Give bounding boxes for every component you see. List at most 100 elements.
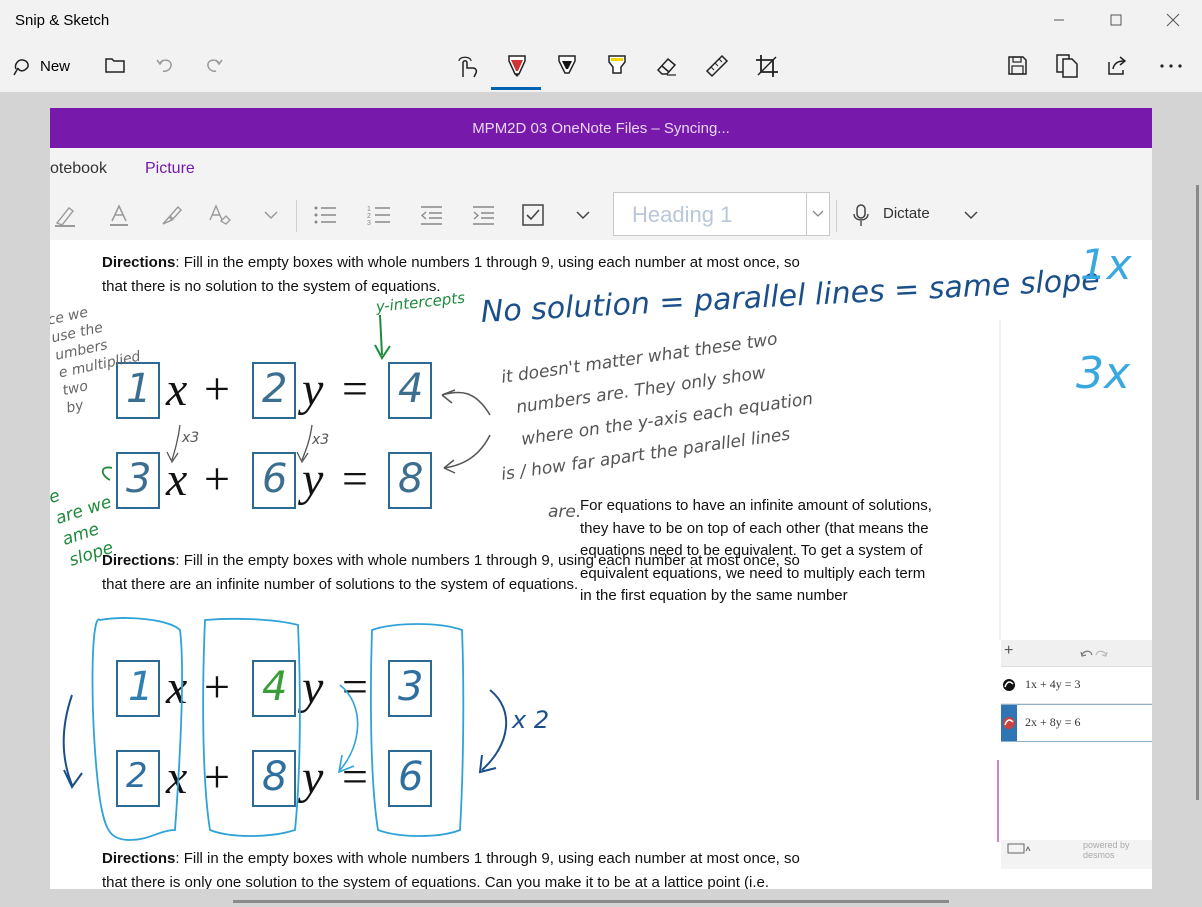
- clear-formatting-icon: [209, 204, 231, 225]
- tags-dropdown-button[interactable]: [570, 202, 596, 228]
- ink-arrow: [443, 434, 491, 474]
- chevron-down-icon: [576, 211, 590, 220]
- active-tool-indicator: [491, 87, 541, 90]
- ballpoint-pen-button[interactable]: [503, 52, 531, 80]
- close-button[interactable]: [1150, 5, 1196, 35]
- ribbon-toolbar: 123 Heading 1: [50, 190, 1152, 241]
- numbering-button[interactable]: 123: [366, 202, 392, 228]
- style-dropdown-arrow[interactable]: [806, 193, 829, 235]
- add-expression-icon[interactable]: +: [1004, 642, 1013, 660]
- pencil-button[interactable]: [553, 52, 581, 80]
- dictate-mic-button[interactable]: [848, 202, 874, 228]
- decrease-indent-button[interactable]: [418, 202, 444, 228]
- ink-column-outline: [369, 623, 465, 837]
- chevron-down-icon: [812, 210, 824, 217]
- desmos-toolbar: +: [1001, 640, 1152, 667]
- svg-text:3: 3: [367, 220, 371, 226]
- save-button[interactable]: [1005, 53, 1029, 77]
- chevron-down-icon: [264, 211, 278, 220]
- share-button[interactable]: [1105, 53, 1129, 77]
- undo-button[interactable]: [154, 54, 176, 76]
- more-options-icon: [1160, 64, 1182, 68]
- crop-icon: [756, 55, 778, 77]
- svg-text:2: 2: [367, 213, 371, 220]
- font-dropdown-button[interactable]: [258, 202, 284, 228]
- dictate-text[interactable]: Dictate: [883, 205, 930, 222]
- new-snip-icon: [13, 59, 29, 76]
- notebook-page: Directions: Fill in the empty boxes with…: [50, 240, 1152, 889]
- desmos-watermark: powered by desmos: [1083, 840, 1130, 860]
- share-icon: [1108, 56, 1127, 75]
- tab-notebook[interactable]: otebook: [50, 160, 107, 178]
- ribbon-divider: [836, 200, 837, 232]
- title-bar: Snip & Sketch: [0, 0, 1202, 40]
- maximize-button[interactable]: [1093, 5, 1139, 35]
- ink-arrow-down: [478, 689, 508, 774]
- copy-button[interactable]: [1055, 52, 1081, 78]
- screenshot-image: MPM2D 03 OneNote Files – Syncing... oteb…: [50, 108, 1152, 889]
- pencil-icon: [558, 55, 576, 74]
- desmos-expression-2: 2x + 8y = 6: [1025, 715, 1081, 729]
- ballpoint-pen-icon: [508, 55, 526, 77]
- new-snip-button[interactable]: New: [12, 54, 70, 78]
- ruler-button[interactable]: [703, 52, 731, 80]
- chevron-down-icon: [964, 211, 978, 220]
- ribbon-divider: [296, 200, 297, 232]
- clear-formatting-button[interactable]: [206, 202, 232, 228]
- ink-green-stroke: [101, 466, 113, 481]
- ink-arrow-down: [62, 694, 83, 789]
- minimize-button[interactable]: [1036, 5, 1082, 35]
- dictate-dropdown-button[interactable]: [958, 202, 984, 228]
- ink-arrow: [441, 389, 491, 416]
- ink-arrow: [166, 424, 181, 464]
- toolbar: New: [0, 40, 1202, 92]
- eraser-button[interactable]: [653, 52, 681, 80]
- ink-column-outline: [202, 617, 301, 837]
- desmos-expression-row[interactable]: 1x + 4y = 3: [1001, 667, 1152, 704]
- outdent-icon: [421, 206, 442, 225]
- desmos-expression-row[interactable]: 2x + 8y = 6: [1001, 704, 1152, 742]
- ruler-icon: [705, 54, 729, 78]
- crop-button[interactable]: [753, 52, 781, 80]
- ink-arrow: [296, 424, 313, 464]
- horizontal-scrollbar[interactable]: [233, 900, 949, 903]
- app-title: Snip & Sketch: [15, 12, 110, 29]
- desmos-expression-1: 1x + 4y = 3: [1025, 677, 1081, 691]
- bullets-button[interactable]: [312, 202, 338, 228]
- open-folder-icon: [105, 58, 125, 73]
- paintbrush-icon: [162, 205, 182, 225]
- todo-tag-button[interactable]: [520, 202, 546, 228]
- touch-writing-button[interactable]: [453, 52, 481, 80]
- indent-icon: [473, 206, 494, 225]
- keyboard-icon[interactable]: [1007, 842, 1031, 854]
- touch-writing-icon: [458, 56, 478, 78]
- new-label: New: [40, 57, 71, 75]
- ink-column-outline: [91, 617, 183, 841]
- vertical-scrollbar[interactable]: [1196, 185, 1199, 800]
- font-color-icon: [110, 204, 128, 226]
- font-color-button[interactable]: [106, 202, 132, 228]
- increase-indent-button[interactable]: [470, 202, 496, 228]
- undo-redo-icon[interactable]: [1079, 647, 1109, 659]
- tab-picture[interactable]: Picture: [145, 160, 195, 178]
- desmos-panel: + 1x + 4y = 3 2x + 8y = 6 powered by des…: [1001, 640, 1152, 869]
- more-options-button[interactable]: [1157, 58, 1185, 74]
- onenote-title-bar: MPM2D 03 OneNote Files – Syncing...: [50, 108, 1152, 148]
- format-painter-button[interactable]: [158, 202, 184, 228]
- open-file-button[interactable]: [104, 54, 126, 76]
- redo-button[interactable]: [203, 54, 225, 76]
- highlighter-button[interactable]: [603, 52, 631, 80]
- bulleted-list-icon: [314, 206, 336, 224]
- checkbox-icon: [522, 204, 544, 226]
- microphone-icon: [853, 204, 869, 226]
- ink-arrow: [337, 684, 359, 774]
- numbered-list-icon: 123: [367, 206, 390, 226]
- style-selector[interactable]: Heading 1: [613, 192, 830, 236]
- svg-text:1: 1: [367, 206, 371, 213]
- redo-icon: [207, 59, 223, 72]
- highlighter-icon: [55, 207, 75, 227]
- desmos-footer: powered by desmos: [1001, 840, 1152, 869]
- ink-arrow-down: [374, 314, 391, 360]
- eraser-icon: [656, 57, 677, 76]
- highlight-button[interactable]: [52, 202, 78, 228]
